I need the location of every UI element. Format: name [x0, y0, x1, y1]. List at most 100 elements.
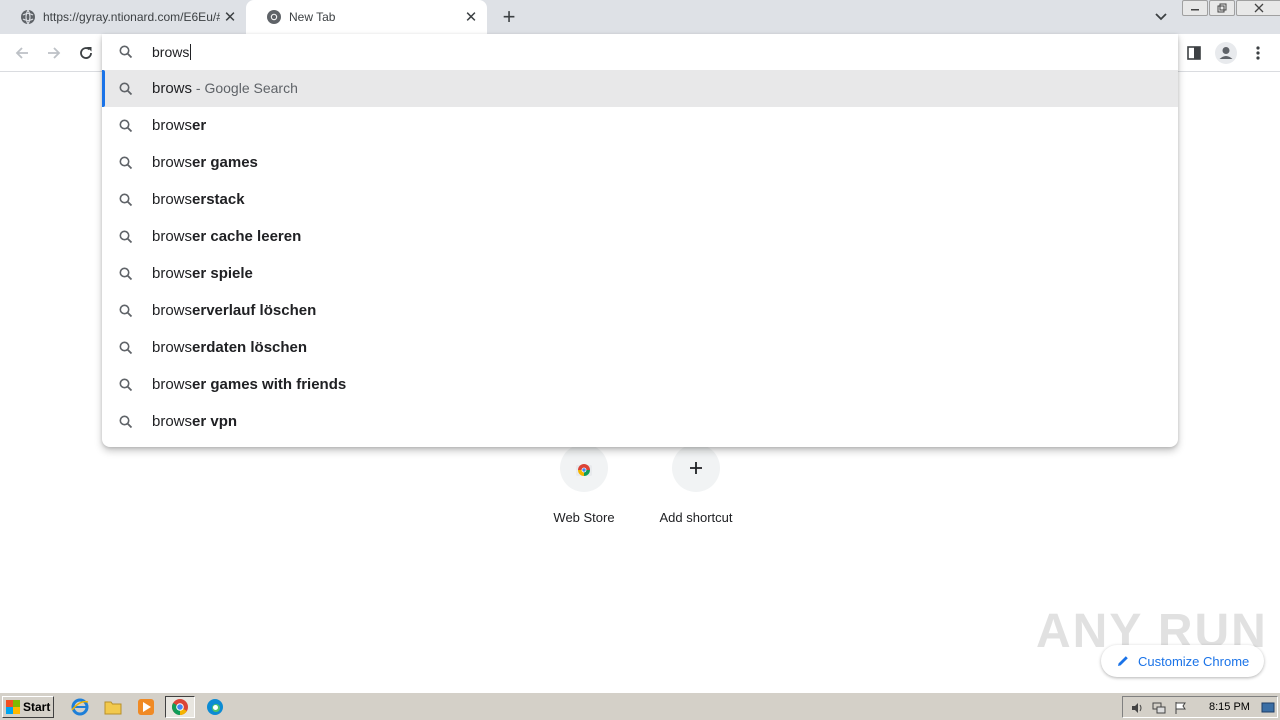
pencil-icon — [1116, 654, 1130, 668]
suggestion-label: browser cache leeren — [152, 228, 301, 245]
chrome-webstore-icon — [576, 464, 592, 476]
menu-button[interactable] — [1246, 41, 1270, 65]
suggestion-completion: er — [192, 117, 207, 134]
suggestion-label: brows - Google Search — [152, 80, 298, 97]
start-label: Start — [23, 700, 51, 714]
suggestion-item[interactable]: browser cache leeren — [102, 218, 1178, 255]
close-tab-icon[interactable]: ✕ — [220, 7, 240, 27]
tab-title: https://gyray.ntionard.com/E6Eu/#! — [43, 10, 220, 24]
tab-new-tab[interactable]: New Tab ✕ — [246, 0, 487, 34]
minimize-button[interactable] — [1182, 0, 1208, 16]
suggestion-item[interactable]: browser — [102, 107, 1178, 144]
search-icon — [119, 45, 133, 64]
back-button[interactable] — [10, 41, 34, 65]
forward-arrow-icon — [48, 47, 61, 59]
suggestion-label: browser vpn — [152, 413, 237, 430]
suggestion-item[interactable]: browser spiele — [102, 255, 1178, 292]
tab-gyray[interactable]: https://gyray.ntionard.com/E6Eu/#! ✕ — [0, 0, 246, 34]
search-icon — [119, 267, 133, 286]
suggestion-typed-text: brows — [152, 376, 193, 393]
chevron-down-icon — [1155, 13, 1167, 21]
forward-button[interactable] — [42, 41, 66, 65]
profile-button[interactable] — [1214, 41, 1238, 65]
tab-strip: https://gyray.ntionard.com/E6Eu/#! ✕ New… — [0, 0, 1280, 34]
suggestion-item[interactable]: browser games — [102, 144, 1178, 181]
chrome-taskbar-icon[interactable] — [165, 696, 195, 718]
search-icon — [119, 230, 133, 249]
customize-chrome-button[interactable]: Customize Chrome — [1101, 645, 1264, 677]
start-button[interactable]: Start — [2, 696, 54, 718]
side-panel-button[interactable] — [1182, 41, 1206, 65]
suggestion-item[interactable]: browser games with friends — [102, 366, 1178, 403]
taskbar-clock: 8:15 PM — [1209, 701, 1250, 713]
restore-button[interactable] — [1209, 0, 1235, 16]
suggestion-suffix: - Google Search — [192, 80, 298, 96]
shortcut-label: Web Store — [553, 510, 615, 525]
close-tab-icon[interactable]: ✕ — [461, 7, 481, 27]
search-icon — [119, 82, 133, 101]
add-shortcut-button[interactable]: Add shortcut — [640, 444, 752, 525]
reload-button[interactable] — [74, 41, 98, 65]
suggestion-label: browserdaten löschen — [152, 339, 307, 356]
suggestion-item[interactable]: browserdaten löschen — [102, 329, 1178, 366]
address-input[interactable]: brows — [152, 44, 192, 60]
tab-title: New Tab — [289, 10, 336, 24]
action-center-flag-icon[interactable] — [1173, 700, 1189, 716]
search-icon — [119, 119, 133, 138]
chrome-icon — [266, 9, 282, 25]
suggestion-typed-text: brows — [152, 154, 193, 171]
suggestion-item[interactable]: browserstack — [102, 181, 1178, 218]
edge-icon[interactable] — [205, 697, 225, 717]
address-input-text: brows — [152, 44, 190, 60]
suggestion-completion: erdaten löschen — [192, 339, 308, 356]
shortcut-tile — [560, 444, 608, 492]
back-arrow-icon — [15, 47, 28, 59]
suggestion-typed-text: brows — [152, 191, 193, 208]
reload-icon — [80, 47, 92, 59]
omnibox-popup: brows brows - Google Search browser browse… — [102, 34, 1178, 447]
suggestion-completion: er cache leeren — [192, 228, 302, 245]
search-icon — [119, 304, 133, 323]
tab-search-button[interactable] — [1150, 6, 1172, 28]
plus-icon — [690, 462, 702, 474]
globe-icon — [20, 9, 36, 25]
suggestion-typed-text: brows — [152, 339, 193, 356]
internet-explorer-icon[interactable] — [70, 697, 90, 717]
customize-chrome-label: Customize Chrome — [1138, 653, 1250, 669]
new-tab-button[interactable]: + — [497, 4, 521, 29]
suggestion-completion: er games with friends — [192, 376, 347, 393]
search-icon — [119, 193, 133, 212]
network-icon[interactable] — [1151, 700, 1167, 716]
windows-taskbar: Start 8:15 PM — [0, 692, 1280, 720]
shortcut-label: Add shortcut — [659, 510, 733, 525]
suggestion-typed-text: brows — [152, 302, 193, 319]
avatar-icon — [1215, 42, 1237, 64]
search-icon — [119, 341, 133, 360]
suggestion-label: browser games — [152, 154, 258, 171]
suggestion-label: browserstack — [152, 191, 245, 208]
window-controls — [1182, 0, 1280, 18]
suggestion-completion: er vpn — [192, 413, 238, 430]
suggestion-label: browser — [152, 117, 206, 134]
suggestion-item[interactable]: browserverlauf löschen — [102, 292, 1178, 329]
suggestion-label: browserverlauf löschen — [152, 302, 316, 319]
search-icon — [119, 415, 133, 434]
windows-logo-icon — [6, 700, 20, 714]
search-icon — [119, 156, 133, 175]
file-explorer-icon[interactable] — [103, 697, 123, 717]
volume-icon[interactable] — [1129, 700, 1145, 716]
suggestion-completion: erstack — [192, 191, 245, 208]
suggestion-typed-text: brows — [152, 80, 193, 97]
suggestion-label: browser games with friends — [152, 376, 346, 393]
suggestion-item[interactable]: brows - Google Search — [102, 70, 1178, 107]
system-tray: 8:15 PM — [1122, 696, 1278, 718]
close-window-button[interactable] — [1236, 0, 1280, 16]
shortcut-web-store[interactable]: Web Store — [528, 444, 640, 525]
suggestion-item[interactable]: browser vpn — [102, 403, 1178, 440]
address-bar[interactable]: brows — [102, 34, 1178, 70]
search-icon — [119, 378, 133, 397]
show-desktop-icon[interactable] — [1260, 700, 1276, 716]
suggestion-typed-text: brows — [152, 265, 193, 282]
suggestion-typed-text: brows — [152, 117, 193, 134]
media-player-icon[interactable] — [136, 697, 156, 717]
